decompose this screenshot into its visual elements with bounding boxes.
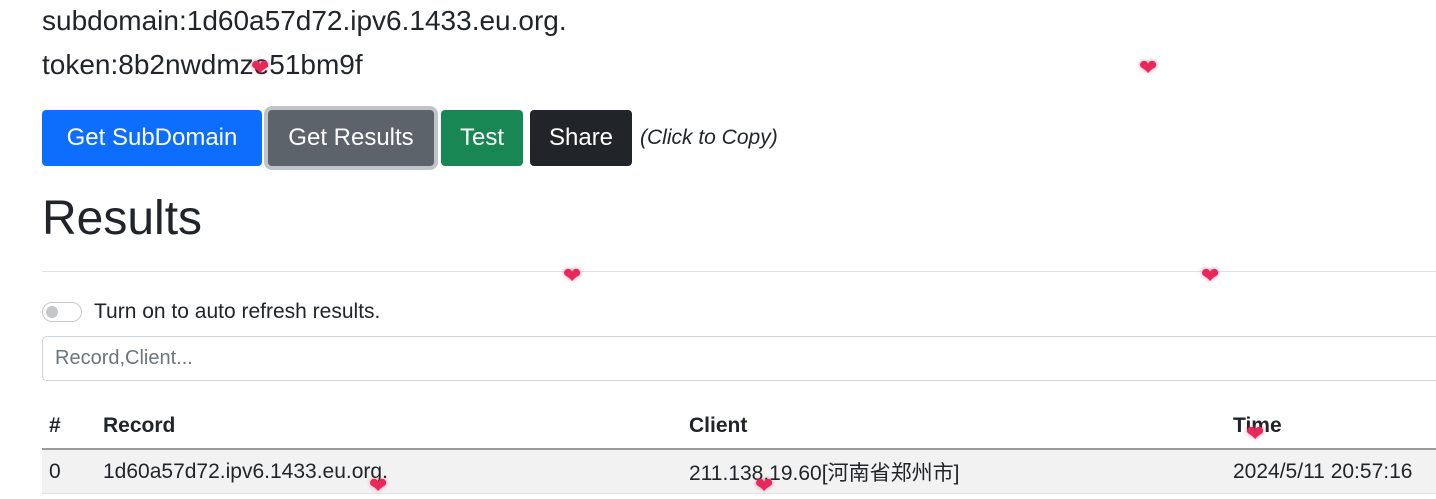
heart-icon: ❤: [563, 263, 582, 288]
column-header-client: Client: [682, 404, 1226, 450]
auto-refresh-row: Turn on to auto refresh results.: [42, 298, 380, 326]
get-subdomain-button[interactable]: Get SubDomain: [42, 110, 262, 166]
get-results-button[interactable]: Get Results: [268, 110, 434, 166]
column-header-record: Record: [96, 404, 682, 450]
column-header-num: #: [42, 404, 96, 450]
heart-icon: ❤: [1201, 263, 1220, 288]
subdomain-text: subdomain:1d60a57d72.ipv6.1433.eu.org.: [42, 5, 567, 36]
auto-refresh-toggle[interactable]: [42, 302, 82, 322]
auto-refresh-label: Turn on to auto refresh results.: [94, 300, 381, 323]
cell-client: 211.138.19.60[河南省郑州市]: [682, 449, 1226, 494]
test-button[interactable]: Test: [441, 110, 523, 166]
results-heading: Results: [42, 192, 203, 245]
token-text: token:8b2nwdmze51bm9f: [42, 49, 363, 80]
cell-time: 2024/5/11 20:57:16: [1226, 449, 1436, 494]
cell-num: 0: [42, 449, 96, 494]
cell-record: 1d60a57d72.ipv6.1433.eu.org.: [96, 449, 682, 494]
heart-icon: ❤: [1139, 55, 1158, 80]
column-header-time: Time: [1226, 404, 1436, 450]
results-table: # Record Client Time 0 1d60a57d72.ipv6.1…: [42, 404, 1436, 494]
table-header-row: # Record Client Time: [42, 404, 1436, 450]
section-divider: [42, 271, 1436, 272]
action-button-row: Get SubDomain Get Results Test Share (Cl…: [42, 110, 778, 166]
toggle-knob: [46, 306, 58, 318]
table-row: 0 1d60a57d72.ipv6.1433.eu.org. 211.138.1…: [42, 449, 1436, 494]
results-search-input[interactable]: [42, 336, 1436, 381]
copy-hint: (Click to Copy): [640, 126, 778, 149]
share-button[interactable]: Share: [530, 110, 632, 166]
